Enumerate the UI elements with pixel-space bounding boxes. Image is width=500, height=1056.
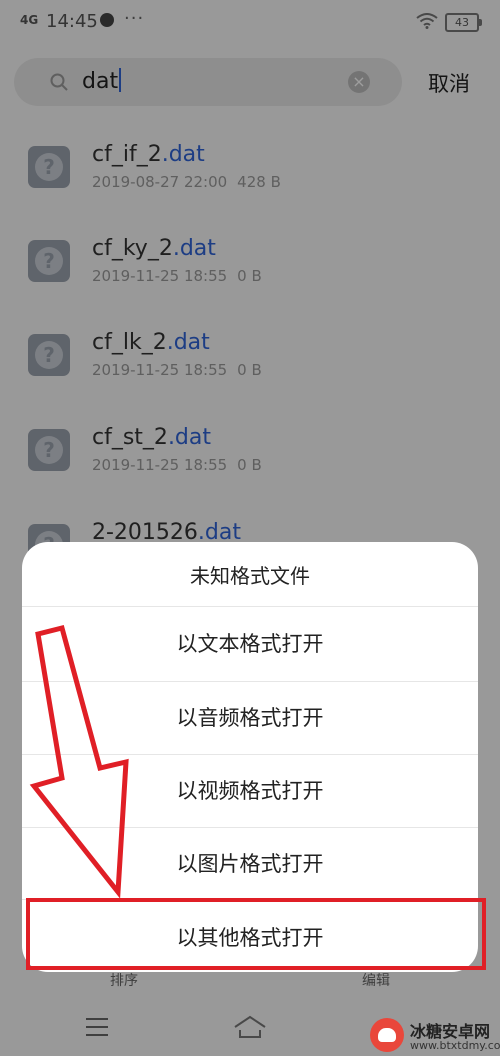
watermark-url: www.btxtdmy.com <box>410 1039 500 1052</box>
file-search-screen: 4G 14:45 ··· 43 dat × 取消 ? cf_if_2.dat 2… <box>0 0 500 1056</box>
pointer-arrow <box>29 624 129 899</box>
watermark-logo <box>370 1018 404 1052</box>
